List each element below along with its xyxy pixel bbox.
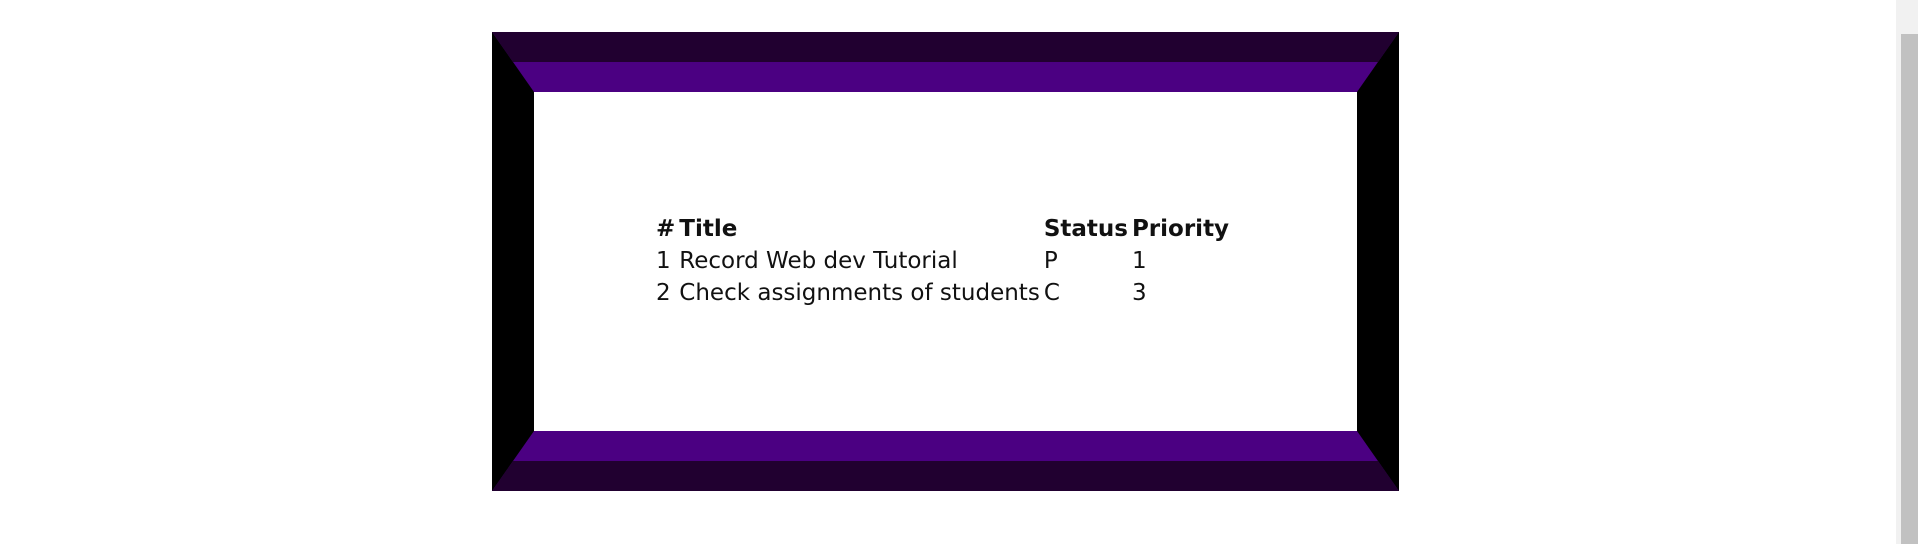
- page-scrollbar[interactable]: [1896, 0, 1918, 544]
- bordered-frame: # Title Status Priority 1 Record Web dev…: [492, 32, 1399, 491]
- cell-title: Record Web dev Tutorial: [679, 248, 958, 274]
- cell-priority: 1: [1131, 248, 1147, 274]
- table-row: 2 Check assignments of students C 3: [654, 277, 1231, 309]
- cell-title: Check assignments of students: [679, 280, 1040, 306]
- cell-status: P: [1043, 248, 1058, 274]
- tasks-table: # Title Status Priority 1 Record Web dev…: [654, 213, 1231, 309]
- column-header-priority: Priority: [1131, 216, 1230, 242]
- scrollbar-thumb[interactable]: [1901, 34, 1918, 544]
- table-header-row: # Title Status Priority: [654, 213, 1231, 245]
- cell-status: C: [1043, 280, 1060, 306]
- column-header-number: #: [656, 216, 676, 242]
- cell-priority: 3: [1131, 280, 1147, 306]
- cell-number: 2: [656, 280, 671, 306]
- page: # Title Status Priority 1 Record Web dev…: [0, 0, 1918, 544]
- frame-top-bevel: [492, 32, 1399, 62]
- table-row: 1 Record Web dev Tutorial P 1: [654, 245, 1231, 277]
- column-header-status: Status: [1043, 216, 1128, 242]
- column-header-title: Title: [679, 216, 738, 242]
- cell-number: 1: [656, 248, 671, 274]
- frame-bottom-bevel: [492, 461, 1399, 491]
